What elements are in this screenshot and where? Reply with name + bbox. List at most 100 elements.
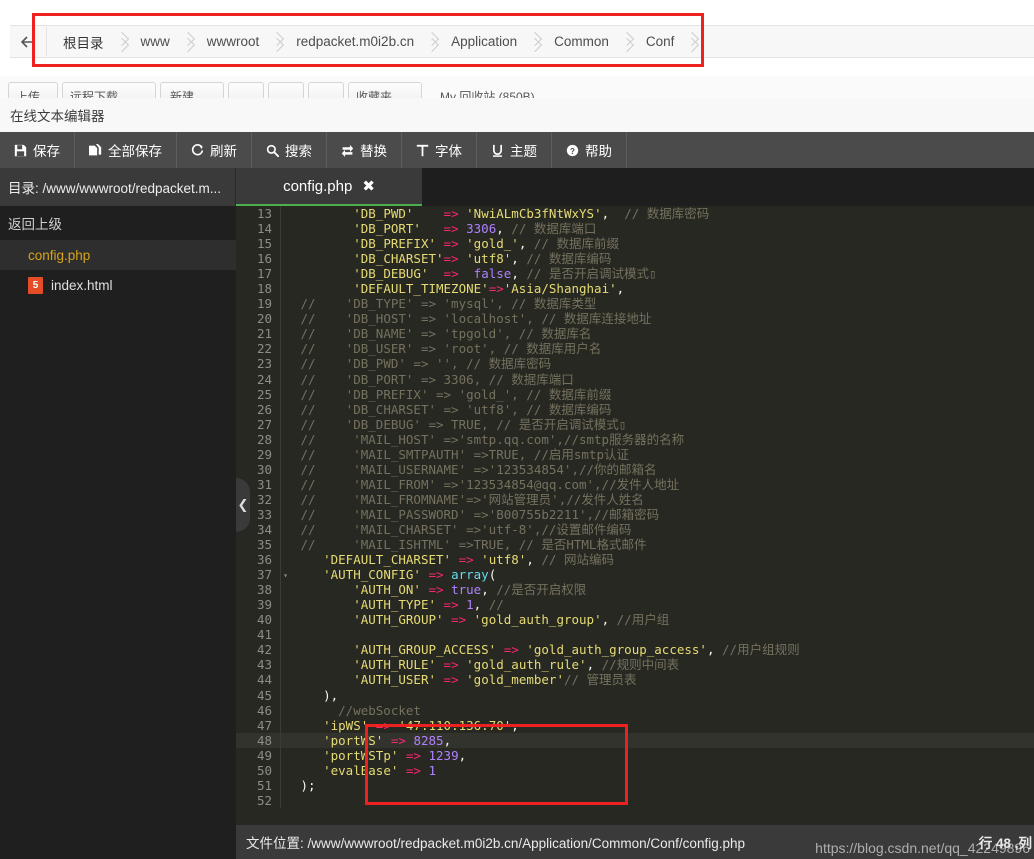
- line-number: 26: [256, 401, 272, 417]
- code-line-text: // 'MAIL_HOST' =>'smtp.qq.com',//smtp服务器…: [300, 431, 685, 447]
- code-line-25: 25 // 'DB_PREFIX' => 'gold_', // 数据库前缀: [236, 386, 1034, 402]
- toolbar-button-7[interactable]: 主题: [477, 132, 552, 168]
- sidebar-collapse-handle[interactable]: ❮: [236, 478, 250, 532]
- code-line-text: 'DB_PORT' => 3306, // 数据库端口: [353, 221, 597, 237]
- toolbar-button-label: 主题: [510, 144, 537, 159]
- line-number: 20: [256, 311, 272, 327]
- code-line-14: 14 'DB_PORT' => 3306, // 数据库端口: [236, 221, 1034, 237]
- code-line-26: 26 // 'DB_CHARSET' => 'utf8', // 数据库编码: [236, 401, 1034, 417]
- code-line-51: 51 );: [236, 777, 1034, 793]
- indent-guide: [280, 732, 289, 748]
- sidebar-dir-label: 目录: /www/wwwroot/redpacket.m...: [0, 168, 236, 206]
- toolbar-button-6[interactable]: 字体: [402, 132, 477, 168]
- toolbar-button-4[interactable]: 搜索: [252, 132, 327, 168]
- code-line-22: 22 // 'DB_USER' => 'root', // 数据库用户名: [236, 341, 1034, 357]
- code-line-45: 45 ),: [236, 687, 1034, 703]
- line-number: 14: [256, 221, 272, 237]
- code-line-29: 29 // 'MAIL_SMTPAUTH' =>TRUE, //启用smtp认证: [236, 446, 1034, 462]
- toolbar-button-label: 保存: [33, 144, 60, 159]
- code-line-42: 42 'AUTH_GROUP_ACCESS' => 'gold_auth_gro…: [236, 642, 1034, 658]
- code-line-text: // 'MAIL_FROMNAME'=>'网站管理员',//发件人姓名: [300, 491, 644, 507]
- toolbar-button-1[interactable]: 保存: [0, 132, 75, 168]
- help-icon: ?: [566, 144, 579, 157]
- code-line-text: ),: [323, 687, 339, 703]
- code-line-text: // 'DB_TYPE' => 'mysql', // 数据库类型: [300, 296, 597, 312]
- code-line-15: 15 'DB_PREFIX' => 'gold_', // 数据库前缀: [236, 236, 1034, 252]
- indent-guide: [280, 431, 289, 447]
- line-number: 41: [256, 627, 272, 643]
- indent-guide: [280, 537, 289, 553]
- code-line-text: 'AUTH_CONFIG' => array(: [323, 567, 497, 583]
- toolbar-button-label: 搜索: [285, 144, 312, 159]
- indent-guide: [280, 386, 289, 402]
- code-line-21: 21 // 'DB_NAME' => 'tpgold', // 数据库名: [236, 326, 1034, 342]
- file-item-label: config.php: [28, 247, 91, 263]
- code-line-52: 52: [236, 792, 1034, 808]
- code-line-text: 'portWSTp' => 1239,: [323, 747, 467, 763]
- status-file-label: 文件位置:: [246, 836, 304, 851]
- indent-guide: [280, 687, 289, 703]
- code-line-text: // 'DB_HOST' => 'localhost', // 数据库连接地址: [300, 311, 652, 327]
- indent-guide: [280, 461, 289, 477]
- file-item-config-php[interactable]: config.php: [0, 240, 236, 270]
- tab-config-php[interactable]: config.php ✖: [236, 168, 422, 206]
- tab-label: config.php: [283, 177, 353, 195]
- line-number: 15: [256, 236, 272, 252]
- indent-guide: [280, 582, 289, 598]
- code-line-text: 'DB_DEBUG' => false, // 是否开启调试模式▯: [353, 266, 657, 282]
- indent-guide: [280, 356, 289, 372]
- editor-header: 在线文本编辑器: [0, 98, 1034, 133]
- close-icon[interactable]: ✖: [362, 177, 375, 195]
- sidebar-go-up[interactable]: 返回上级: [0, 206, 236, 240]
- indent-guide: [280, 777, 289, 793]
- indent-guide: [280, 521, 289, 538]
- code-editor: config.php ✖ 13 'DB_PWD' => 'NwiALmCb3fN…: [236, 168, 1034, 859]
- code-area[interactable]: 13 'DB_PWD' => 'NwiALmCb3fNtWxYS', // 数据…: [236, 206, 1034, 825]
- indent-guide: [280, 642, 289, 658]
- line-number: 28: [256, 431, 272, 447]
- code-line-40: 40 'AUTH_GROUP' => 'gold_auth_group', //…: [236, 612, 1034, 628]
- toolbar-button-2[interactable]: 全部保存: [75, 132, 177, 168]
- toolbar-button-8[interactable]: ? 帮助: [552, 132, 627, 168]
- font-icon: [416, 144, 429, 157]
- sidebar-file-list: config.php 5 index.html: [0, 240, 236, 300]
- code-line-43: 43 'AUTH_RULE' => 'gold_auth_rule', //规则…: [236, 657, 1034, 673]
- code-line-text: // 'MAIL_USERNAME' =>'123534854',//你的邮箱名: [300, 461, 657, 477]
- line-number: 22: [256, 341, 272, 357]
- cutoff-button[interactable]: [308, 82, 344, 98]
- indent-guide: [280, 266, 289, 282]
- indent-guide: [280, 672, 289, 688]
- indent-guide: [280, 747, 289, 763]
- fold-arrow-icon[interactable]: ▾: [283, 568, 288, 583]
- cutoff-button[interactable]: [228, 82, 264, 98]
- code-line-13: 13 'DB_PWD' => 'NwiALmCb3fNtWxYS', // 数据…: [236, 206, 1034, 222]
- svg-text:?: ?: [570, 146, 575, 155]
- code-line-text: 'AUTH_GROUP_ACCESS' => 'gold_auth_group_…: [353, 642, 800, 658]
- code-line-35: 35 // 'MAIL_ISHTML' =>TRUE, // 是否HTML格式邮…: [236, 537, 1034, 553]
- file-sidebar: 目录: /www/wwwroot/redpacket.m... 返回上级 con…: [0, 168, 236, 859]
- cutoff-button[interactable]: [268, 82, 304, 98]
- line-number: 35: [256, 537, 272, 553]
- file-item-index-html[interactable]: 5 index.html: [0, 270, 236, 300]
- code-line-28: 28 // 'MAIL_HOST' =>'smtp.qq.com',//smtp…: [236, 431, 1034, 447]
- save-icon: [14, 144, 27, 157]
- line-number: 50: [256, 762, 272, 778]
- line-number: 42: [256, 642, 272, 658]
- code-line-18: 18 'DEFAULT_TIMEZONE'=>'Asia/Shanghai',: [236, 281, 1034, 297]
- indent-guide: [280, 341, 289, 357]
- indent-guide: [280, 251, 289, 267]
- indent-guide: [280, 762, 289, 778]
- toolbar-button-label: 全部保存: [108, 144, 162, 159]
- line-number: 40: [256, 612, 272, 628]
- code-line-text: // 'DB_NAME' => 'tpgold', // 数据库名: [300, 326, 592, 342]
- code-line-30: 30 // 'MAIL_USERNAME' =>'123534854',//你的…: [236, 461, 1034, 477]
- code-line-text: // 'DB_CHARSET' => 'utf8', // 数据库编码: [300, 401, 612, 417]
- toolbar-button-3[interactable]: 刷新: [177, 132, 252, 168]
- code-line-text: 'DEFAULT_CHARSET' => 'utf8', // 网站编码: [323, 552, 614, 568]
- toolbar-button-5[interactable]: 替换: [327, 132, 402, 168]
- line-number: 29: [256, 446, 272, 462]
- code-line-text: 'ipWS' => '47.110.136.70',: [323, 717, 519, 733]
- indent-guide: [280, 491, 289, 507]
- line-number: 18: [256, 281, 272, 297]
- line-number: 39: [256, 597, 272, 613]
